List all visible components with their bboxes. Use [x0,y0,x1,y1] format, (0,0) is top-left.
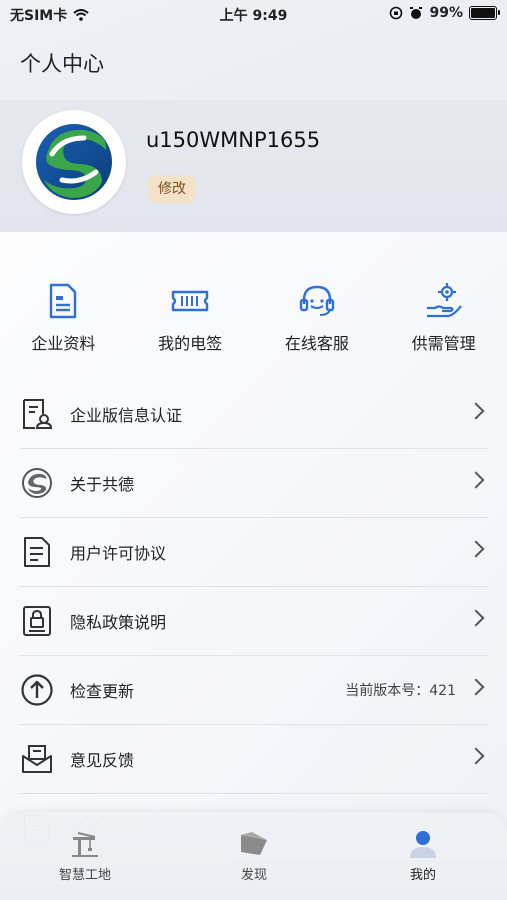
edit-profile-button[interactable]: 修改 [148,175,196,203]
agreement-icon [20,535,54,569]
chevron-right-icon [467,609,485,627]
avatar[interactable] [22,110,126,214]
headset-icon [299,285,335,316]
discover-icon [241,832,267,855]
chevron-right-icon [467,471,485,489]
tab-smart-site[interactable]: 智慧工地 [25,830,145,883]
quick-action-label: 供需管理 [411,334,476,353]
settings-menu: 企业版信息认证 关于共德 用户许可协议 隐私政策说明 检查更新 当前版本号：42… [20,380,488,863]
quick-action-label: 我的电签 [158,334,223,353]
menu-item-label: 意见反馈 [70,751,135,770]
app-logo-icon [20,466,54,500]
quick-actions: 企业资料 我的电签 在线客服 供需管理 [0,280,507,354]
tab-mine[interactable]: 我的 [363,830,483,883]
menu-item-check-update[interactable]: 检查更新 当前版本号：421 [20,656,488,725]
menu-item-about[interactable]: 关于共德 [20,449,488,518]
quick-action-label: 企业资料 [31,334,96,353]
menu-item-user-agreement[interactable]: 用户许可协议 [20,518,488,587]
construction-icon [72,832,98,857]
menu-item-label: 检查更新 [70,682,135,701]
version-text: 当前版本号：421 [345,683,456,699]
menu-item-label: 关于共德 [70,475,135,494]
orientation-lock-icon [390,6,403,20]
chevron-right-icon [467,747,485,765]
battery-percent: 99% [429,5,463,21]
page-title: 个人中心 [20,52,104,76]
menu-item-enterprise-certify[interactable]: 企业版信息认证 [20,380,488,449]
chevron-right-icon [467,402,485,420]
signature-ticket-icon [171,290,209,312]
menu-item-label: 企业版信息认证 [70,406,183,425]
quick-action-label: 在线客服 [284,334,349,353]
menu-item-label: 用户许可协议 [70,544,167,563]
privacy-lock-icon [20,604,54,638]
enterprise-certify-icon [20,397,54,431]
menu-item-feedback[interactable]: 意见反馈 [20,725,488,794]
feedback-mail-icon [20,742,54,776]
hand-gear-icon [426,283,462,318]
menu-item-privacy-policy[interactable]: 隐私政策说明 [20,587,488,656]
quick-action-company-info[interactable]: 企业资料 [0,280,127,354]
tab-label: 智慧工地 [58,868,111,883]
quick-action-my-signature[interactable]: 我的电签 [127,280,254,354]
battery-icon [469,6,500,20]
menu-item-label: 隐私政策说明 [70,613,167,632]
alarm-icon [410,7,423,19]
quick-action-supply-demand[interactable]: 供需管理 [380,280,507,354]
chevron-right-icon [467,678,485,696]
profile-header: u150WMNP1655 修改 [0,100,507,232]
update-arrow-icon [20,673,54,707]
profile-icon [410,831,436,858]
status-bar: 无SIM卡 上午 9:49 99% [0,0,507,28]
chevron-right-icon [467,540,485,558]
tab-label: 发现 [240,868,267,883]
bottom-tab-bar: 智慧工地 发现 我的 [0,812,507,900]
app-logo-icon [36,124,112,200]
battery-group: 99% [389,5,500,21]
quick-action-online-service[interactable]: 在线客服 [254,280,381,354]
main-content: 企业资料 我的电签 在线客服 供需管理 企业版信息认证 关于共德 用户许可协议 … [0,232,507,900]
document-icon [50,283,77,319]
username: u150WMNP1655 [146,128,321,152]
tab-discover[interactable]: 发现 [194,830,314,883]
tab-label: 我的 [409,868,436,883]
